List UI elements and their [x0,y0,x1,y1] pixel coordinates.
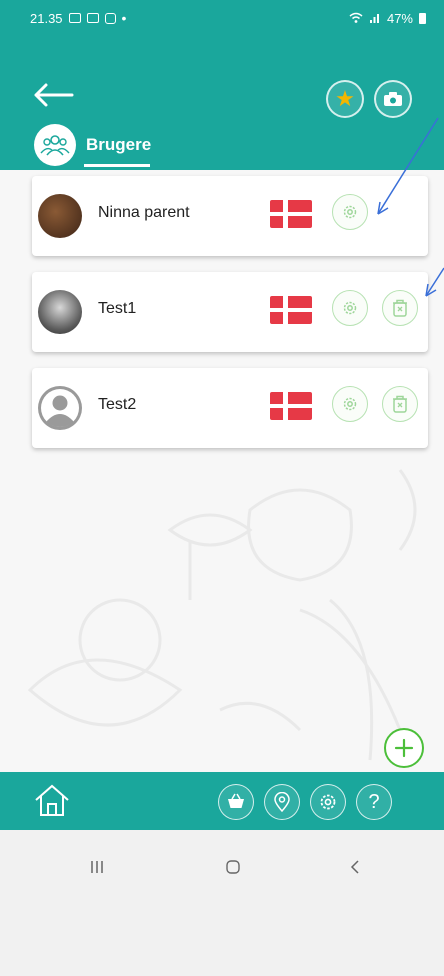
status-bar: 21.35 • 47% [0,0,444,36]
back-button[interactable] [32,80,78,116]
system-back-button[interactable] [340,852,370,882]
photo-icon [86,13,99,23]
battery-text: 47% [386,10,413,26]
trash-icon [393,395,407,413]
tab-label: Brugere [86,135,152,154]
home-button[interactable] [32,782,72,818]
user-avatar [38,290,82,334]
user-card[interactable]: Test1 [32,272,428,352]
system-nav-bar [0,830,444,976]
help-label: ? [368,791,380,813]
arrow-left-icon [34,83,74,107]
user-card[interactable]: Ninna parent [32,176,428,256]
status-left: 21.35 • [30,10,126,26]
battery-icon [419,12,426,24]
home-icon [35,784,69,816]
back-chevron-icon [350,860,359,874]
location-button[interactable] [264,784,300,820]
location-pin-icon [274,792,290,812]
settings-nav-button[interactable] [310,784,346,820]
status-time: 21.35 [30,10,63,26]
basket-button[interactable] [218,784,254,820]
home-circle-icon [226,860,240,874]
status-right: 47% [349,11,426,26]
gear-icon [343,205,357,219]
gear-icon [320,794,336,810]
bottom-nav: ? [0,772,444,830]
wifi-icon [349,12,363,23]
instagram-icon [104,12,116,24]
plus-icon [394,738,414,758]
user-avatar [38,194,82,238]
user-name: Test1 [98,300,137,317]
person-icon [41,389,79,427]
help-button[interactable]: ? [356,784,392,820]
gallery-icon [68,13,81,23]
signal-icon [369,14,379,23]
notification-dot-icon: • [121,10,127,26]
gear-icon [343,397,357,411]
users-icon [34,124,76,166]
annotation-arrows [377,117,444,297]
gear-icon [343,301,357,315]
denmark-flag-icon[interactable] [270,392,312,420]
tab-users[interactable]: Brugere [34,124,152,166]
add-user-button[interactable] [384,728,424,768]
settings-button[interactable] [332,386,368,422]
settings-button[interactable] [332,194,368,230]
recents-button[interactable] [82,852,112,882]
delete-button[interactable] [382,386,418,422]
star-icon: ★ [335,86,355,111]
user-avatar-placeholder [38,386,82,430]
user-card[interactable]: Test2 [32,368,428,448]
user-name: Test2 [98,396,137,413]
camera-icon [384,92,402,106]
basket-icon [228,793,244,808]
system-home-button[interactable] [218,852,248,882]
denmark-flag-icon[interactable] [270,200,312,228]
tab-underline [84,164,150,167]
denmark-flag-icon[interactable] [270,296,312,324]
user-name: Ninna parent [98,204,190,221]
settings-button[interactable] [332,290,368,326]
favorites-button[interactable]: ★ [326,80,364,118]
recents-icon [91,861,103,873]
